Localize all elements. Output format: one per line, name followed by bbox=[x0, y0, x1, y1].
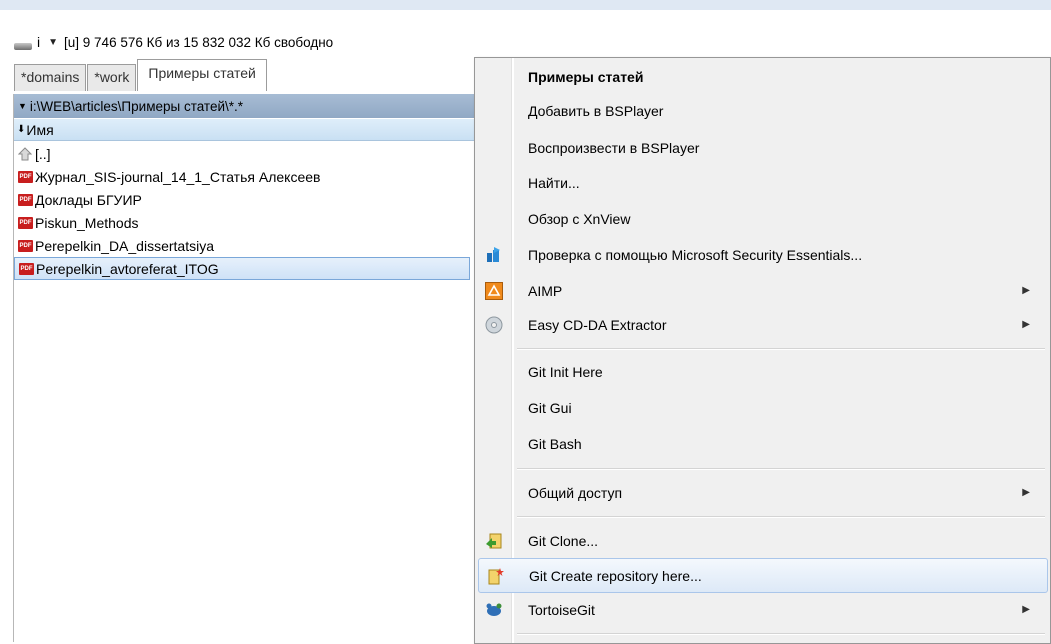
submenu-arrow-icon: ▶ bbox=[1022, 604, 1030, 615]
drive-letter[interactable]: i bbox=[37, 34, 40, 50]
pdf-icon: PDF bbox=[18, 239, 33, 252]
pdf-icon: PDF bbox=[18, 193, 33, 206]
drive-free-space: [u] 9 746 576 Кб из 15 832 032 Кб свобод… bbox=[64, 34, 334, 50]
tab-bar: *domains *work Примеры статей bbox=[14, 59, 268, 91]
git-clone-icon bbox=[485, 532, 503, 550]
menu-item-git-init[interactable]: Git Init Here bbox=[478, 355, 1046, 388]
menu-item-git-gui[interactable]: Git Gui bbox=[478, 391, 1046, 424]
menu-item-label: Git Init Here bbox=[528, 363, 603, 380]
menu-item-label: AIMP bbox=[528, 282, 563, 299]
menu-item-label: Git Clone... bbox=[528, 532, 599, 549]
pdf-icon: PDF bbox=[18, 216, 33, 229]
file-name: Perepelkin_DA_dissertatsiya bbox=[35, 237, 214, 254]
menu-item-tortoisegit[interactable]: TortoiseGit ▶ bbox=[478, 593, 1046, 626]
menu-item-aimp[interactable]: AIMP ▶ bbox=[478, 274, 1046, 307]
menu-item-git-create-repo[interactable]: Git Create repository here... bbox=[478, 558, 1048, 593]
list-item-selected[interactable]: PDF Perepelkin_avtoreferat_ITOG bbox=[14, 257, 470, 280]
menu-item-play-bsplayer[interactable]: Воспроизвести в BSPlayer bbox=[478, 131, 1046, 164]
tab-articles[interactable]: Примеры статей bbox=[137, 59, 267, 91]
menu-item-label: Общий доступ bbox=[528, 484, 623, 501]
menu-item-label: Easy CD-DA Extractor bbox=[528, 316, 667, 333]
tab-domains[interactable]: *domains bbox=[14, 64, 87, 91]
menu-separator bbox=[517, 468, 1045, 470]
drive-bar: i ▼ [u] 9 746 576 Кб из 15 832 032 Кб св… bbox=[14, 31, 333, 53]
menu-item-add-bsplayer[interactable]: Добавить в BSPlayer bbox=[478, 94, 1046, 127]
menu-item-xnview[interactable]: Обзор с XnView bbox=[478, 202, 1046, 235]
submenu-arrow-icon: ▶ bbox=[1022, 487, 1030, 498]
menu-item-label: Git Create repository here... bbox=[529, 567, 702, 584]
menu-item-label: Добавить в BSPlayer bbox=[528, 102, 664, 119]
file-name: [..] bbox=[35, 145, 51, 162]
menu-item-mse-scan[interactable]: Проверка с помощью Microsoft Security Es… bbox=[478, 238, 1046, 271]
menu-item-find[interactable]: Найти... bbox=[478, 166, 1046, 199]
menu-item-label: Git Gui bbox=[528, 399, 572, 416]
drive-dropdown-icon[interactable]: ▼ bbox=[48, 37, 58, 48]
pdf-icon: PDF bbox=[19, 262, 34, 275]
menu-item-git-clone[interactable]: Git Clone... bbox=[478, 524, 1046, 557]
git-create-repo-icon bbox=[486, 567, 504, 585]
submenu-arrow-icon: ▶ bbox=[1022, 285, 1030, 296]
menu-item-git-bash[interactable]: Git Bash bbox=[478, 427, 1046, 460]
file-name: Piskun_Methods bbox=[35, 214, 139, 231]
security-essentials-icon bbox=[485, 246, 503, 264]
context-menu: Примеры статей Добавить в BSPlayer Воспр… bbox=[474, 57, 1051, 644]
cd-disc-icon bbox=[485, 316, 503, 334]
menu-item-label: Проверка с помощью Microsoft Security Es… bbox=[528, 246, 863, 263]
file-name: Журнал_SIS-journal_14_1_Статья Алексеев bbox=[35, 168, 321, 185]
menu-item-label: Примеры статей bbox=[528, 68, 644, 85]
menu-item-open[interactable]: Примеры статей bbox=[478, 60, 1046, 93]
file-name: Доклады БГУИР bbox=[35, 191, 142, 208]
file-name: Perepelkin_avtoreferat_ITOG bbox=[36, 260, 219, 277]
pdf-icon: PDF bbox=[18, 170, 33, 183]
path-history-icon[interactable]: ▼ bbox=[18, 101, 27, 111]
menu-item-easy-cd-da[interactable]: Easy CD-DA Extractor ▶ bbox=[478, 308, 1046, 341]
column-header-label: Имя bbox=[26, 121, 54, 138]
menu-item-sharing[interactable]: Общий доступ ▶ bbox=[478, 476, 1046, 509]
sort-down-icon: ⬇ bbox=[17, 124, 26, 135]
menu-separator bbox=[517, 516, 1045, 518]
menu-separator bbox=[517, 633, 1045, 635]
menu-item-label: Git Bash bbox=[528, 435, 582, 452]
aimp-icon bbox=[485, 281, 503, 300]
submenu-arrow-icon: ▶ bbox=[1022, 319, 1030, 330]
path-text: i:\WEB\articles\Примеры статей\*.* bbox=[29, 98, 244, 114]
tab-work[interactable]: *work bbox=[87, 64, 137, 91]
menu-item-label: TortoiseGit bbox=[528, 601, 595, 618]
tortoisegit-icon bbox=[485, 601, 503, 619]
menu-item-label: Обзор с XnView bbox=[528, 210, 631, 227]
menu-separator bbox=[517, 348, 1045, 350]
menu-item-label: Воспроизвести в BSPlayer bbox=[528, 139, 700, 156]
parent-folder-icon bbox=[17, 146, 33, 161]
window-top-strip bbox=[0, 0, 1051, 10]
drive-icon[interactable] bbox=[14, 41, 32, 50]
menu-item-label: Найти... bbox=[528, 174, 580, 191]
